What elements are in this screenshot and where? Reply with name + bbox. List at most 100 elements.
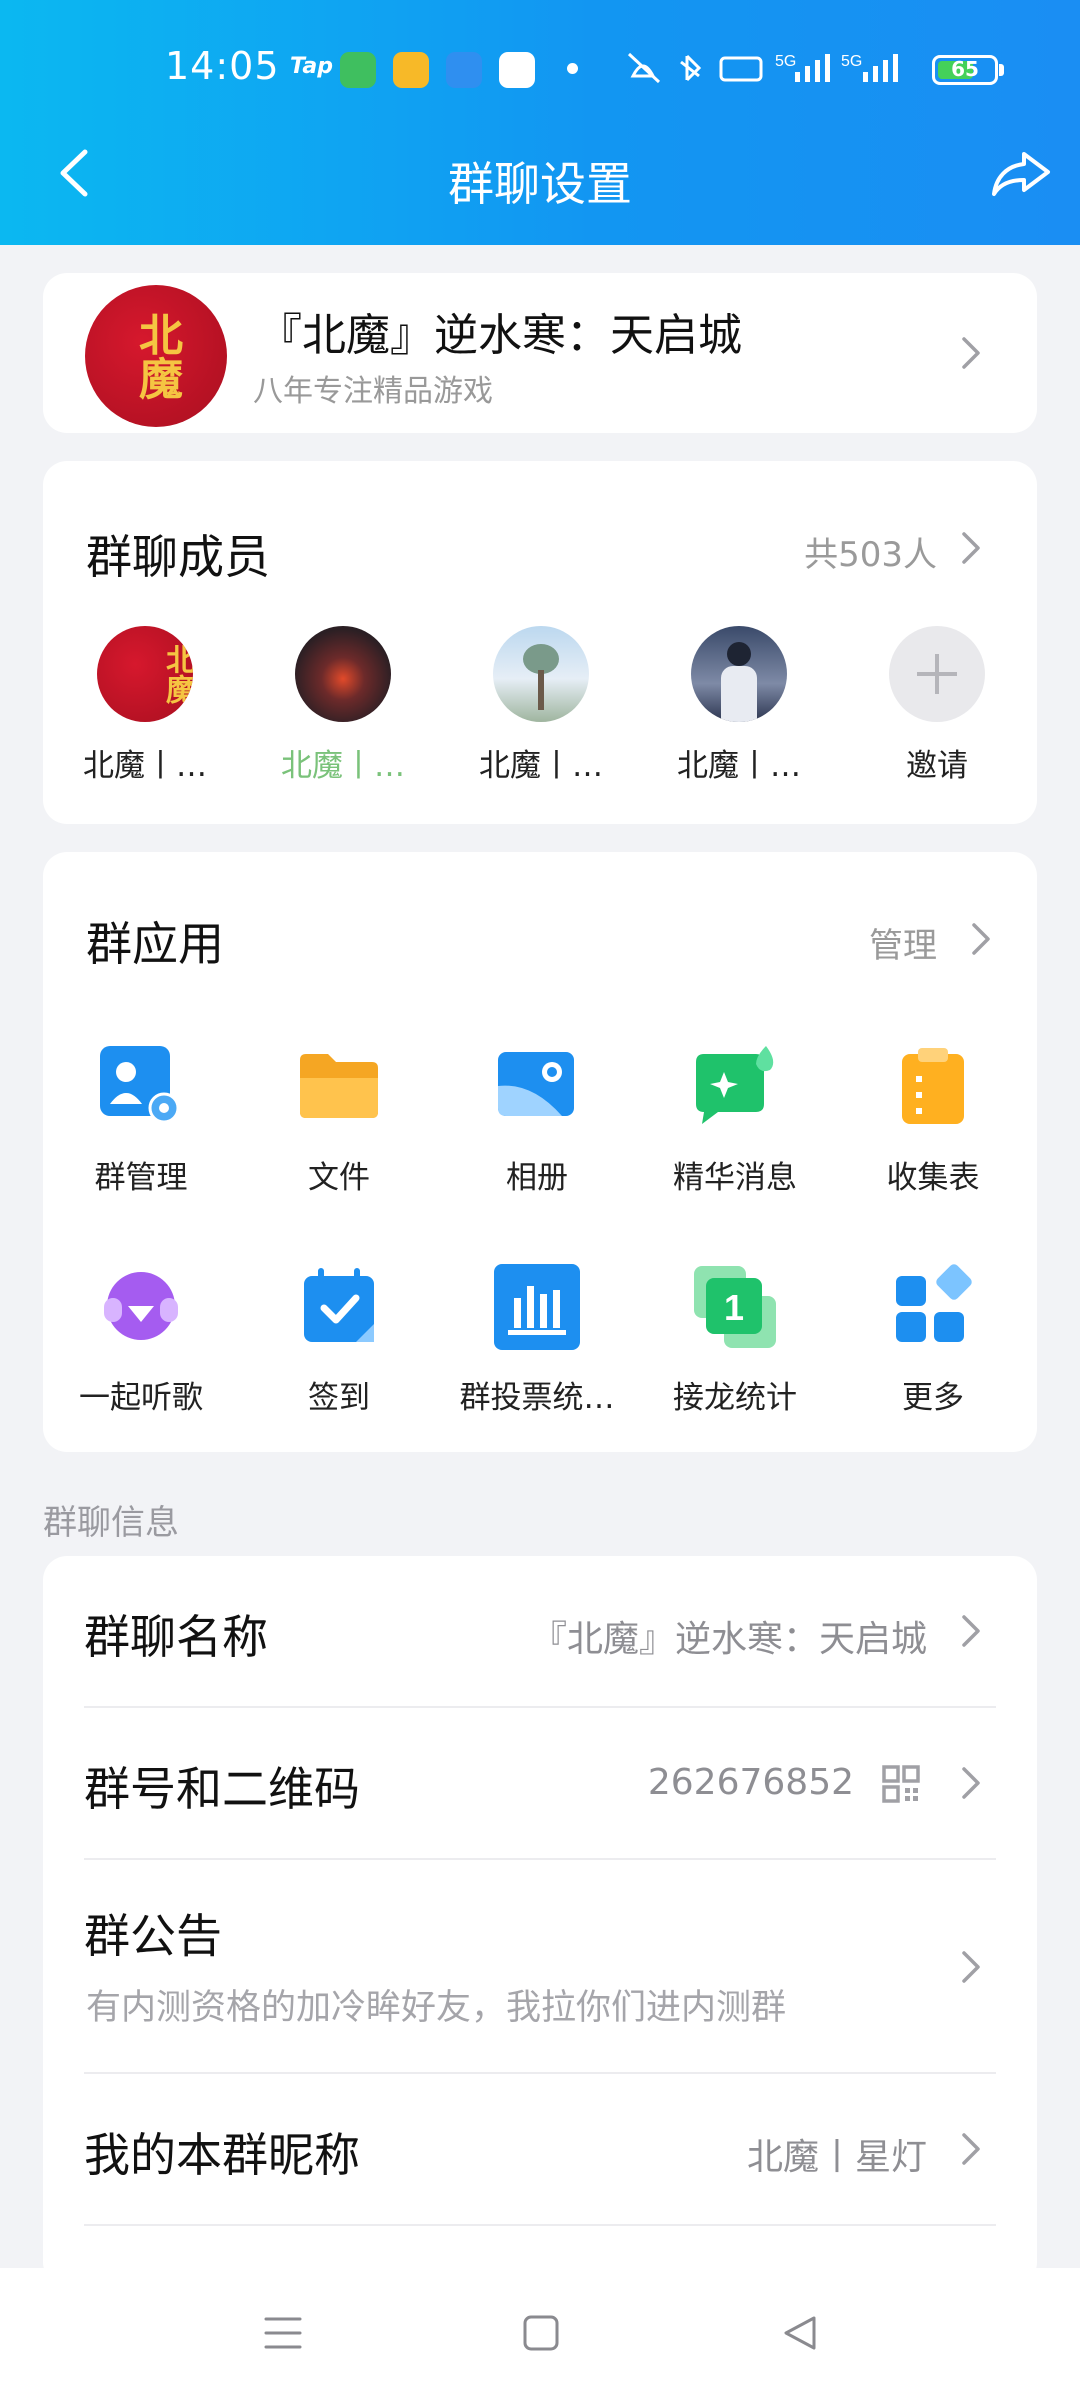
group-id-row[interactable]: 群号和二维码 262676852 (43, 1708, 1037, 1858)
group-name-row[interactable]: 群聊名称 『北魔』逆水寒：天启城 (43, 1556, 1037, 1706)
chevron-right-icon (962, 1951, 980, 1983)
app-label: 收集表 (886, 1160, 980, 1196)
app-files[interactable]: 文件 (239, 1042, 439, 1197)
chevron-right-icon (962, 1615, 980, 1647)
folder-icon (300, 1054, 378, 1118)
divider (84, 2224, 996, 2226)
share-icon[interactable] (990, 148, 1052, 198)
home-icon[interactable] (521, 2313, 561, 2353)
member-avatar (691, 626, 787, 722)
checkin-calendar-icon (304, 1268, 374, 1342)
relay-icon: 1 (694, 1266, 776, 1348)
page-title: 群聊设置 (448, 157, 632, 211)
member-item[interactable]: 北魔丨… (263, 626, 423, 785)
member-name: 北魔丨… (83, 748, 207, 784)
member-avatar (295, 626, 391, 722)
menu-icon[interactable] (263, 2313, 303, 2353)
app-more[interactable]: 更多 (833, 1262, 1033, 1417)
app-group-vote[interactable]: 群投票统… (437, 1262, 637, 1417)
my-nickname-row[interactable]: 我的本群昵称 北魔丨星灯 (43, 2074, 1037, 2224)
chevron-right-icon (962, 1767, 980, 1799)
essence-message-icon (696, 1046, 774, 1124)
member-item[interactable]: 北魔丨… (461, 626, 621, 785)
group-manage-icon (100, 1046, 180, 1124)
row-label: 群公告 (84, 1909, 222, 1963)
members-title: 群聊成员 (86, 530, 270, 584)
row-label: 群号和二维码 (84, 1762, 360, 1816)
group-logo: 北魔 (131, 312, 182, 400)
app-label: 更多 (902, 1380, 964, 1416)
member-name: 北魔丨… (479, 748, 603, 784)
chevron-right-icon[interactable] (961, 531, 981, 565)
group-info-card: 群聊名称 『北魔』逆水寒：天启城 群号和二维码 262676852 群公告 有内… (43, 1556, 1037, 2286)
qr-code-icon (882, 1765, 920, 1803)
reader-app-icon (393, 52, 429, 88)
app-label: 精华消息 (673, 1160, 797, 1196)
group-info-caption: 群聊信息 (43, 1503, 179, 1543)
manage-apps-link[interactable]: 管理 (869, 918, 937, 967)
telegram-icon (446, 52, 482, 88)
photos-app-icon (499, 52, 535, 88)
app-label: 相册 (506, 1160, 568, 1196)
group-notice-text: 有内测资格的加冷眸好友，我拉你们进内测群 (86, 1988, 787, 2028)
apps-title: 群应用 (86, 917, 224, 971)
group-subtitle: 八年专注精品游戏 (253, 374, 493, 409)
group-name: 『北魔』逆水寒：天启城 (258, 310, 742, 361)
chevron-right-icon (962, 2133, 980, 2165)
more-grid-icon (896, 1264, 972, 1342)
group-name-value: 『北魔』逆水寒：天启城 (530, 1619, 927, 1660)
member-avatar (493, 626, 589, 722)
app-album[interactable]: 相册 (437, 1042, 637, 1197)
member-item[interactable]: 北魔丨… (659, 626, 819, 785)
member-item[interactable]: 北魔 北魔丨… (65, 626, 225, 785)
app-notification-icon (340, 52, 376, 88)
group-notice-row[interactable]: 群公告 有内测资格的加冷眸好友，我拉你们进内测群 (43, 1860, 1037, 2072)
svg-text:5G: 5G (775, 53, 796, 70)
app-collection-form[interactable]: 收集表 (833, 1042, 1033, 1197)
header-bar: 14:05 Tap 5G 5G 65 群聊设置 (0, 0, 1080, 245)
status-time: 14:05 (165, 44, 280, 88)
group-avatar: 北魔 (85, 285, 227, 427)
app-label: 文件 (308, 1160, 370, 1196)
app-label: 接龙统计 (673, 1380, 797, 1416)
status-bar: 14:05 Tap 5G 5G 65 (0, 36, 1080, 96)
members-card: 群聊成员 共503人 北魔 北魔丨… 北魔丨… 北魔丨… 北魔丨… 邀请 (43, 461, 1037, 824)
group-id-value: 262676852 (647, 1762, 854, 1803)
svg-text:5G: 5G (841, 53, 862, 70)
clipboard-icon (902, 1048, 964, 1124)
back-triangle-icon[interactable] (780, 2313, 820, 2353)
member-avatar: 北魔 (97, 626, 193, 722)
group-apps-card: 群应用 管理 群管理 文件 相册 精华消息 收集表 一起听歌 签到 群投票统… … (43, 852, 1037, 1452)
app-checkin[interactable]: 签到 (239, 1262, 439, 1417)
app-group-manage[interactable]: 群管理 (41, 1042, 241, 1197)
member-name: 北魔丨… (281, 748, 405, 784)
my-nickname-value: 北魔丨星灯 (746, 2137, 927, 2178)
tap-app-icon: Tap (290, 54, 333, 79)
album-icon (498, 1052, 574, 1116)
battery-level: 65 (951, 57, 979, 81)
app-label: 签到 (308, 1380, 370, 1416)
member-logo: 北魔 (160, 644, 193, 704)
svg-text:1: 1 (724, 1287, 744, 1328)
listen-together-icon (104, 1272, 178, 1340)
system-status-icons: 5G 5G (627, 52, 898, 84)
app-label: 群投票统… (459, 1380, 615, 1416)
app-relay-stats[interactable]: 1 接龙统计 (635, 1262, 835, 1417)
more-notifications-icon (567, 63, 578, 74)
member-name: 北魔丨… (677, 748, 801, 784)
app-essence-messages[interactable]: 精华消息 (635, 1042, 835, 1197)
vote-chart-icon (494, 1264, 580, 1350)
chevron-right-icon[interactable] (971, 922, 991, 956)
add-icon (889, 626, 985, 722)
battery-icon: 65 (932, 55, 998, 85)
app-label: 一起听歌 (79, 1380, 203, 1416)
row-label: 群聊名称 (84, 1610, 268, 1664)
member-count[interactable]: 共503人 (804, 527, 937, 576)
invite-label: 邀请 (906, 748, 968, 784)
app-label: 群管理 (94, 1160, 188, 1196)
row-label: 我的本群昵称 (84, 2128, 360, 2182)
system-nav-bar (0, 2268, 1080, 2400)
group-profile-card[interactable]: 北魔 『北魔』逆水寒：天启城 八年专注精品游戏 (43, 273, 1037, 433)
app-listen-together[interactable]: 一起听歌 (41, 1262, 241, 1417)
invite-member[interactable]: 邀请 (857, 626, 1017, 785)
